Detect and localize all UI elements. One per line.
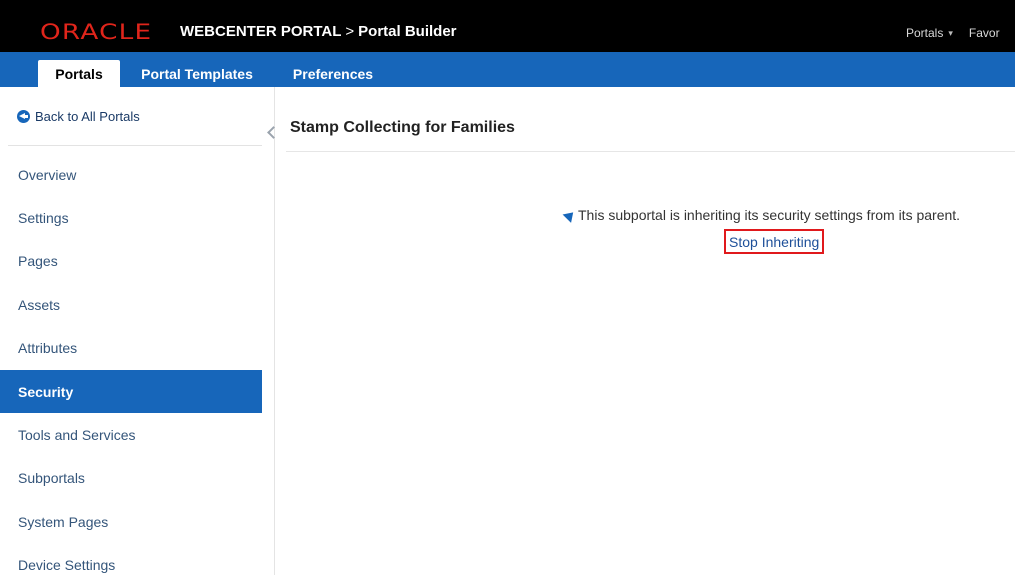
sidebar-item-system-pages[interactable]: System Pages	[0, 500, 262, 543]
sidebar-item-attributes[interactable]: Attributes	[0, 327, 262, 370]
inheritance-message-text: This subportal is inheriting its securit…	[578, 207, 961, 223]
sidebar-item-device-settings[interactable]: Device Settings	[0, 544, 262, 587]
inheritance-message: This subportal is inheriting its securit…	[563, 207, 960, 223]
tab-portals[interactable]: Portals	[38, 60, 120, 87]
global-menu: Portals ▾ Favor	[906, 26, 1015, 40]
sidebar-item-overview[interactable]: Overview	[0, 153, 262, 196]
stop-inheriting-button[interactable]: Stop Inheriting	[724, 229, 825, 254]
back-link-label: Back to All Portals	[35, 109, 140, 124]
pin-icon	[563, 209, 575, 221]
sidebar: Back to All Portals Overview Settings Pa…	[0, 87, 275, 575]
title-divider	[286, 151, 1015, 152]
sidebar-item-security[interactable]: Security	[0, 369, 262, 414]
main-content: Stamp Collecting for Families This subpo…	[276, 87, 1015, 575]
portals-menu-label: Portals	[906, 26, 944, 40]
brand-title: ORACLE WEBCENTER PORTAL > Portal Builder	[40, 20, 457, 44]
caret-down-icon: ▾	[948, 27, 953, 38]
tab-portal-templates[interactable]: Portal Templates	[124, 60, 270, 87]
sidebar-item-pages[interactable]: Pages	[0, 240, 262, 283]
arrow-left-circle-icon	[17, 110, 30, 123]
sidebar-divider	[8, 145, 262, 146]
oracle-logo: ORACLE	[40, 20, 153, 44]
sidebar-nav: Overview Settings Pages Assets Attribute…	[0, 153, 262, 587]
portals-menu[interactable]: Portals ▾	[906, 26, 953, 40]
sidebar-item-assets[interactable]: Assets	[0, 283, 262, 326]
favorites-menu[interactable]: Favor	[969, 26, 1000, 40]
sidebar-item-subportals[interactable]: Subportals	[0, 457, 262, 500]
main-tab-bar: Portals Portal Templates Preferences	[0, 52, 1015, 87]
page-title: Stamp Collecting for Families	[290, 119, 515, 136]
back-to-all-portals-link[interactable]: Back to All Portals	[17, 109, 140, 124]
tab-preferences[interactable]: Preferences	[278, 60, 388, 87]
sidebar-item-tools-and-services[interactable]: Tools and Services	[0, 413, 262, 456]
sidebar-item-settings[interactable]: Settings	[0, 196, 262, 239]
top-header-bar: ORACLE WEBCENTER PORTAL > Portal Builder…	[0, 0, 1015, 52]
product-name: WEBCENTER PORTAL	[180, 23, 342, 40]
app-name: Portal Builder	[358, 23, 457, 40]
breadcrumb-separator: >	[345, 23, 355, 40]
favorites-menu-label: Favor	[968, 26, 1000, 40]
